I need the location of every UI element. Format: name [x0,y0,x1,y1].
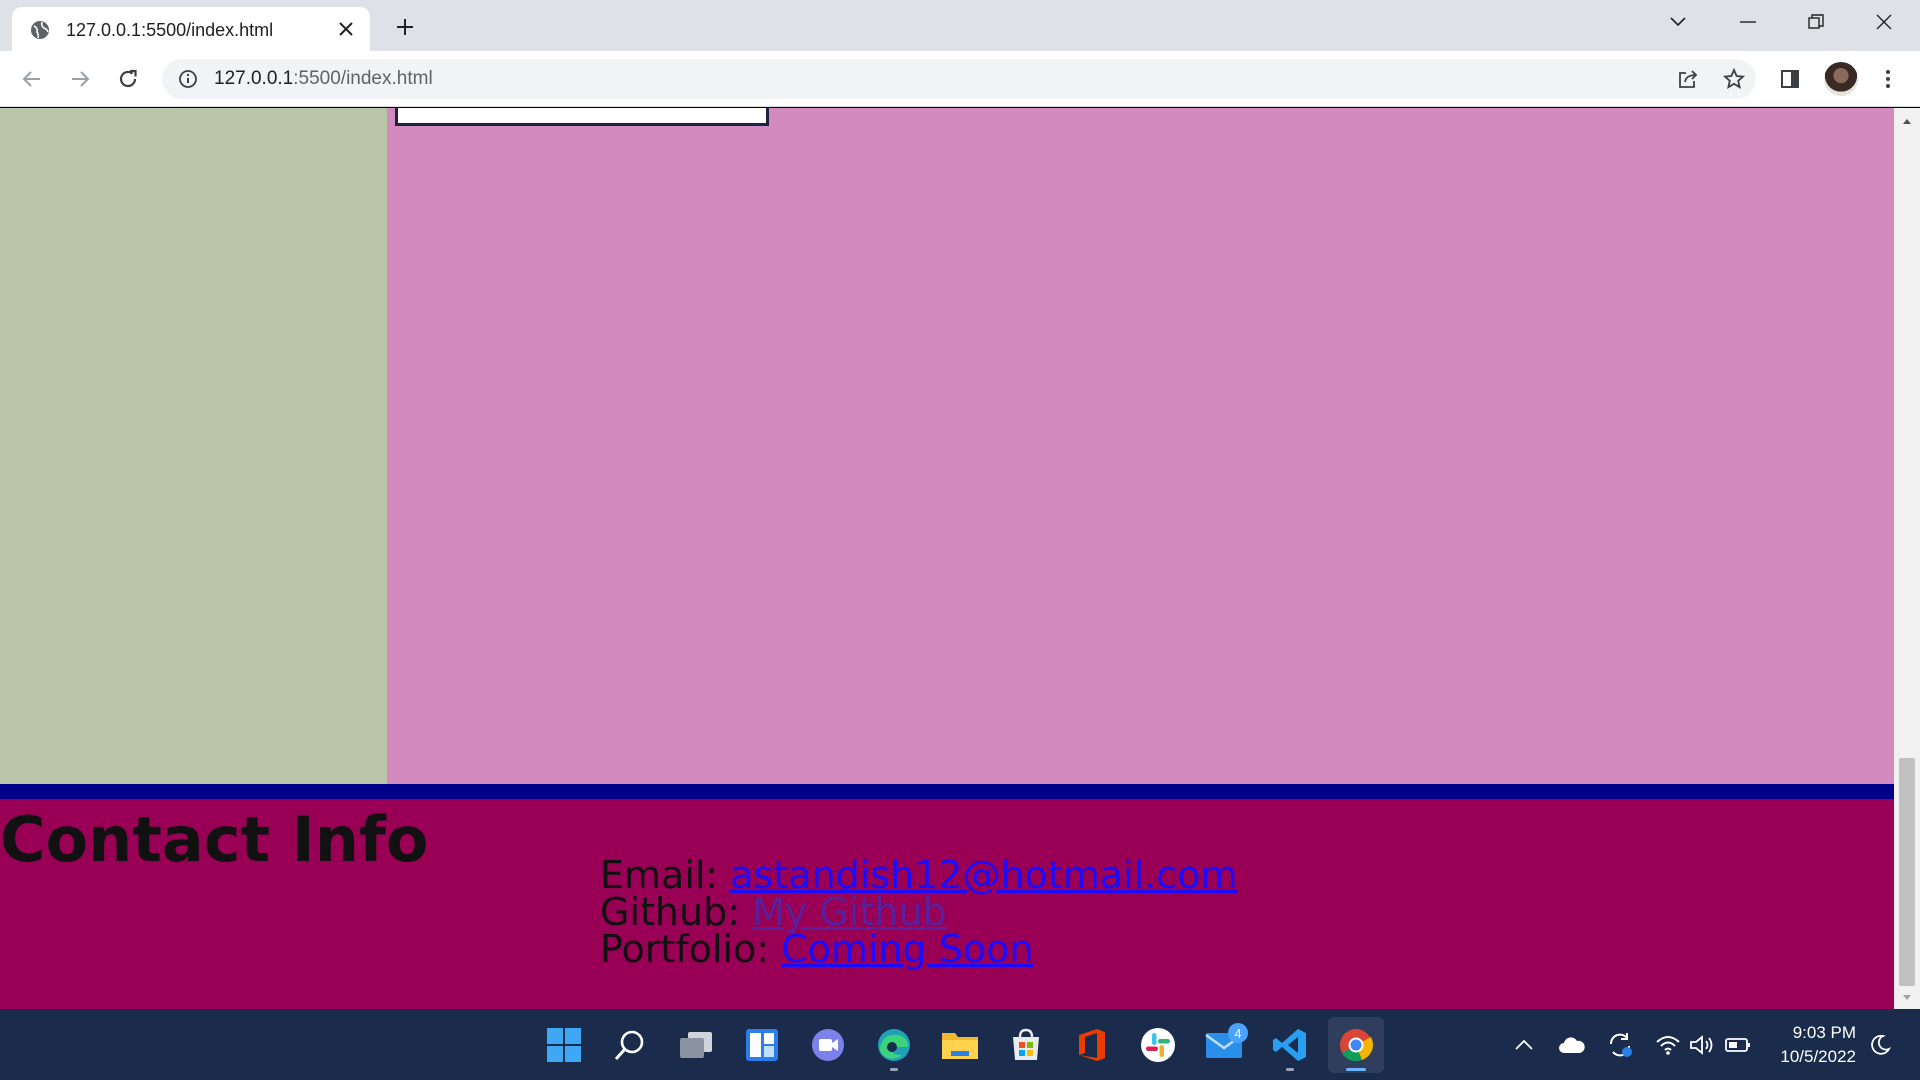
minimize-button[interactable] [1728,8,1768,36]
widgets-button[interactable] [734,1017,790,1073]
reload-icon [119,69,137,88]
close-icon [339,22,353,36]
star-icon [1723,68,1745,90]
volume-icon [1690,1035,1713,1055]
taskbar-clock[interactable]: 9:03 PM 10/5/2022 [1766,1021,1856,1069]
onedrive-tray-button[interactable] [1556,1029,1588,1061]
portfolio-label: Portfolio: [600,927,782,971]
contact-footer: Contact Info Email: astandish12@hotmail.… [0,799,1894,1009]
windows-logo-icon [547,1028,581,1062]
wifi-tray-button[interactable] [1652,1029,1684,1061]
mail-badge: 4 [1228,1023,1248,1043]
moon-icon [1871,1034,1891,1055]
share-icon [1679,70,1698,88]
notifications-button[interactable] [1864,1029,1896,1061]
start-button[interactable] [536,1017,592,1073]
show-hidden-icons-button[interactable] [1508,1029,1540,1061]
chevron-down-icon [1670,17,1686,27]
file-explorer-button[interactable] [932,1017,988,1073]
globe-icon [31,21,49,39]
mail-button[interactable]: 4 [1196,1017,1252,1073]
portfolio-link[interactable]: Coming Soon [781,927,1033,971]
main-column [387,108,1894,784]
store-icon [1013,1028,1039,1060]
chrome-icon [1340,1029,1374,1062]
tab-search-button[interactable] [1658,8,1698,36]
running-indicator [1286,1068,1294,1071]
clock-time: 9:03 PM [1792,1023,1856,1042]
info-icon[interactable] [178,69,198,89]
side-panel-icon [1781,70,1799,88]
cloud-icon [1559,1037,1585,1053]
scroll-down-arrow-icon[interactable] [1900,991,1914,1005]
scrollbar-thumb[interactable] [1899,758,1915,986]
office-button[interactable] [1064,1017,1120,1073]
wifi-icon [1656,1036,1680,1055]
contact-portfolio-row: Portfolio: Coming Soon [600,927,1034,971]
task-view-button[interactable] [668,1017,724,1073]
sync-icon [1609,1033,1632,1057]
store-button[interactable] [998,1017,1054,1073]
close-tab-button[interactable] [334,17,358,41]
close-icon [1876,14,1892,30]
browser-tab[interactable]: 127.0.0.1:5500/index.html [12,7,370,51]
folder-icon [942,1033,978,1059]
plus-icon [397,19,413,35]
browser-tabstrip: 127.0.0.1:5500/index.html [0,0,1920,51]
chrome-button[interactable] [1328,1017,1384,1073]
chat-icon [812,1029,844,1061]
arrow-left-icon [22,71,40,87]
contact-info-heading: Contact Info [0,803,429,876]
footer-divider [0,784,1894,799]
reload-button[interactable] [110,61,146,97]
slack-button[interactable] [1130,1017,1186,1073]
forward-button[interactable] [62,61,98,97]
url-text[interactable]: 127.0.0.1:5500/index.html [214,68,433,90]
page-input-box[interactable] [395,108,769,126]
volume-tray-button[interactable] [1686,1029,1718,1061]
chevron-up-icon [1515,1040,1533,1050]
edge-button[interactable] [866,1017,922,1073]
profile-avatar[interactable] [1824,62,1858,96]
vscode-button[interactable] [1262,1017,1318,1073]
windows-taskbar: 4 9:03 PM 10/5/2022 [0,1009,1920,1080]
more-vert-icon [1886,70,1890,88]
page-viewport: Contact Info Email: astandish12@hotmail.… [0,108,1894,1009]
page-scrollbar[interactable] [1894,108,1920,1009]
running-indicator [890,1068,898,1071]
active-indicator [1346,1068,1366,1071]
search-icon [614,1030,644,1061]
arrow-right-icon [72,71,90,87]
bookmark-button[interactable] [1720,65,1748,93]
tab-title: 127.0.0.1:5500/index.html [66,20,274,40]
battery-tray-button[interactable] [1722,1029,1754,1061]
share-button[interactable] [1674,65,1702,93]
menu-button[interactable] [1870,61,1906,97]
battery-icon [1725,1038,1750,1052]
teams-chat-button[interactable] [800,1017,856,1073]
clock-date: 10/5/2022 [1780,1047,1856,1066]
scroll-up-arrow-icon[interactable] [1900,114,1914,128]
restore-button[interactable] [1796,8,1836,36]
url-path: :5500/index.html [293,68,433,89]
taskbar-search-button[interactable] [602,1017,658,1073]
address-bar[interactable]: 127.0.0.1:5500/index.html [162,59,1756,99]
side-panel-button[interactable] [1772,61,1808,97]
widgets-icon [746,1029,778,1061]
restore-icon [1808,14,1824,29]
slack-icon [1141,1028,1175,1062]
minimize-icon [1740,21,1756,23]
edge-icon [878,1029,910,1061]
office-icon [1079,1029,1105,1061]
back-button[interactable] [14,61,50,97]
sync-tray-button[interactable] [1604,1029,1636,1061]
new-tab-button[interactable] [390,12,420,42]
sidebar-column [0,108,387,784]
close-window-button[interactable] [1864,8,1904,36]
vscode-icon [1273,1029,1306,1061]
browser-toolbar: 127.0.0.1:5500/index.html [0,51,1920,107]
task-view-icon [680,1032,712,1058]
url-host: 127.0.0.1 [214,68,294,89]
